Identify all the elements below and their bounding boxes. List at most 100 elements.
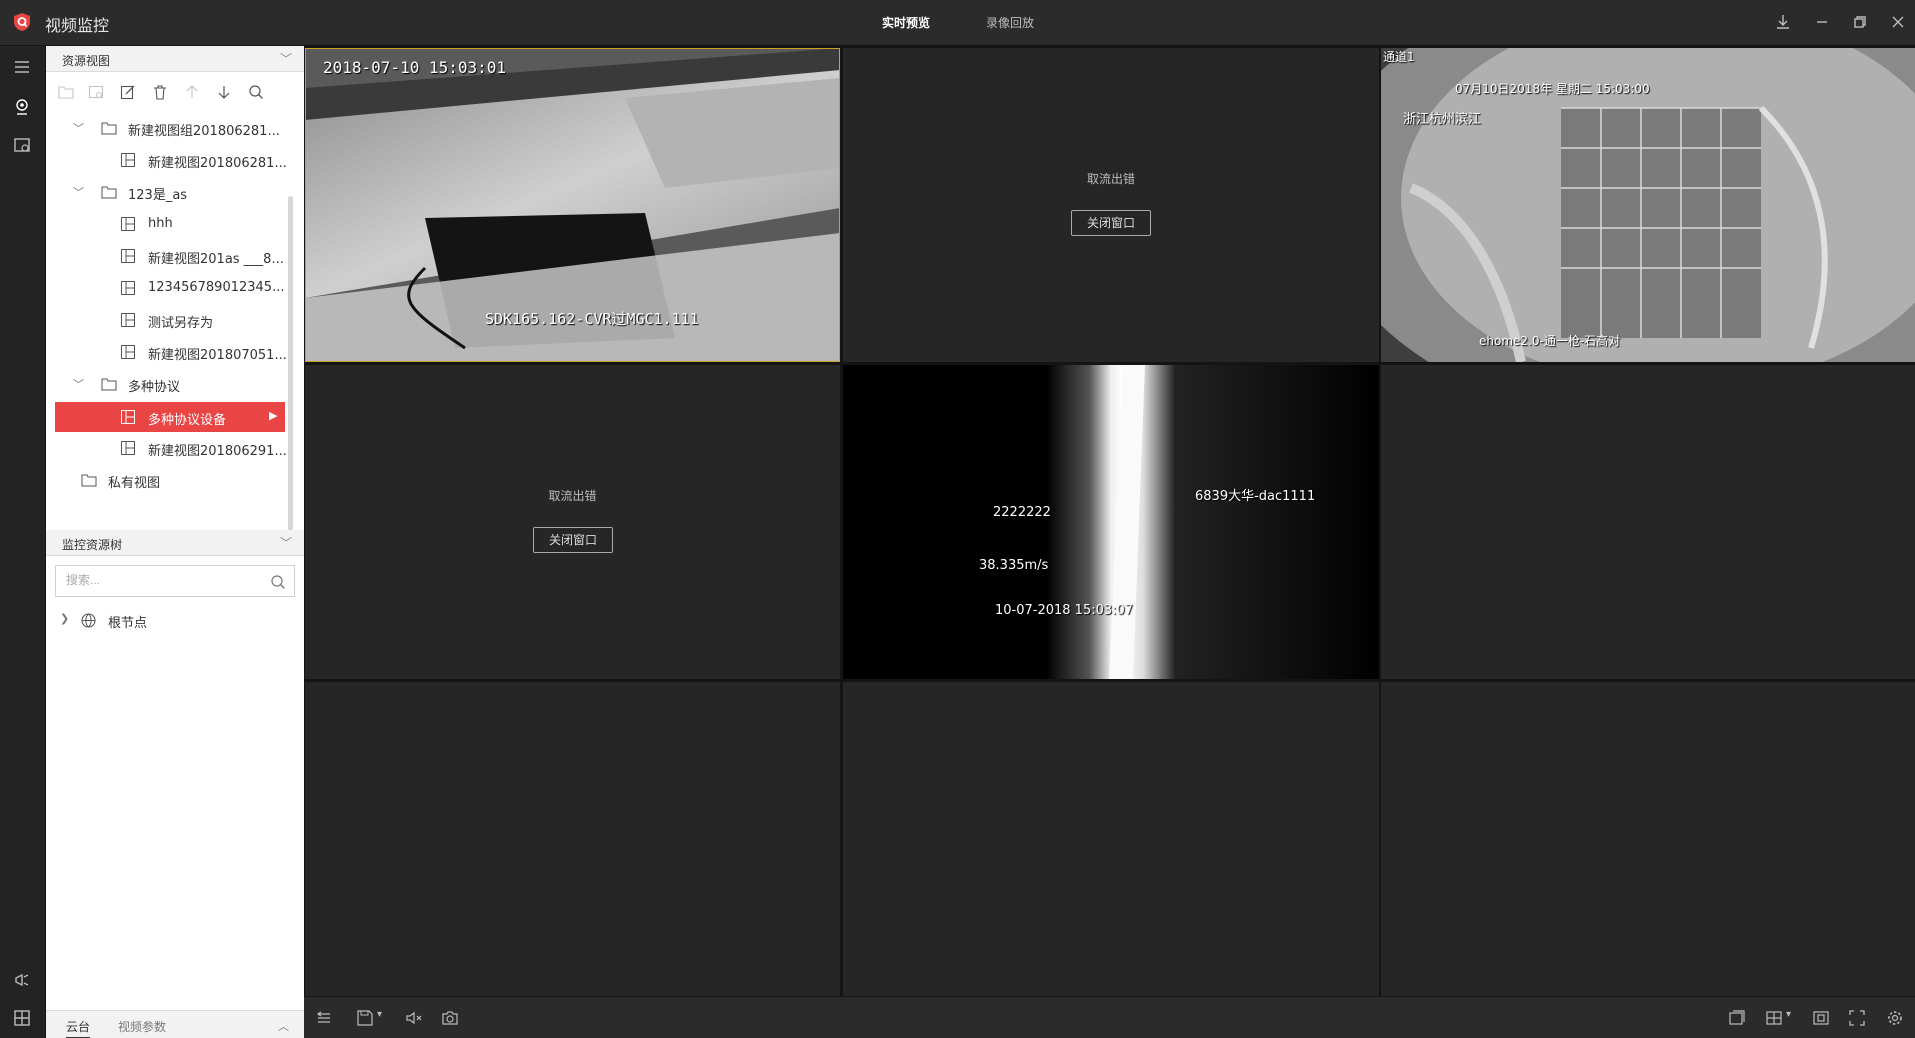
app-title: 视频监控 [45,16,110,35]
add-view-icon[interactable] [88,84,104,100]
tree-view-item[interactable]: hhh [46,208,286,240]
view-icon [121,313,135,327]
tree-view-item[interactable]: 新建视图201806281... [46,144,287,176]
playback-icon[interactable] [11,134,33,156]
tree-label: 新建视图201as ___8... [148,252,284,267]
tree-group-2[interactable]: ﹀ 123是_as [46,176,286,208]
menu-icon[interactable] [11,56,33,78]
video-cell-8[interactable] [843,682,1379,996]
search-icon[interactable] [270,574,286,590]
tree-root-node[interactable]: ❯ 根节点 [46,604,286,636]
view-icon [121,441,135,455]
tab-live-view[interactable]: 实时预览 [882,14,930,31]
view-icon [121,410,135,424]
window-mode-icon[interactable] [1728,1009,1746,1027]
video-cell-6[interactable] [1381,365,1915,679]
chevron-up-icon[interactable]: ︿ [278,1018,289,1034]
chevron-down-icon[interactable]: ﹀ [73,184,84,200]
tab-playback[interactable]: 录像回放 [986,14,1034,31]
edit-icon[interactable] [120,84,136,100]
video-cell-3[interactable]: 通道1 07月10日2018年 星期二 15:03:00 浙江杭州滨江 ehom… [1381,48,1915,362]
osd-timestamp: 10-07-2018 15:03:07 [995,603,1134,618]
settings-icon[interactable] [1886,1009,1904,1027]
tree-label: 多种协议 [128,380,181,395]
video-cell-1[interactable]: 2018-07-10 15:03:01 SDK165.162-CVR过MGC1.… [305,48,840,362]
tree-view-item-selected[interactable]: 多种协议设备 ▶ [55,402,285,432]
folder-icon [101,378,117,391]
tree-scrollbar[interactable] [288,196,293,531]
tree-view-item[interactable]: 新建视图201806291... [46,432,287,464]
tree-view-item[interactable]: 测试另存为 [46,304,286,336]
tree-view-item[interactable]: 123456789012345... [46,272,286,304]
minimize-icon[interactable] [1810,10,1834,34]
osd-location: 浙江杭州滨江 [1403,112,1482,127]
live-view-icon[interactable] [11,96,33,118]
monitor-tree-header[interactable]: 监控资源树 ﹀ [46,530,304,556]
close-window-button[interactable]: 关闭窗口 [533,527,613,553]
tab-ptz[interactable]: 云台 [66,1018,91,1038]
tree-label: hhh [148,216,173,231]
download-icon[interactable] [1771,10,1795,34]
osd-timestamp: 2018-07-10 15:03:01 [323,58,507,77]
video-cell-5[interactable]: 6839大华-dac1111 2222222 38.335m/s 10-07-2… [843,365,1379,679]
video-cell-7[interactable] [305,682,840,996]
view-icon [121,217,135,231]
close-icon[interactable] [1886,10,1910,34]
app-window: 视频监控 实时预览 录像回放 资源视图 ﹀ ﹀ 新建视图组201806281..… [0,0,1915,1038]
stream-error-text: 取流出错 [548,489,597,503]
snapshot-icon[interactable] [441,1009,459,1027]
tree-label: 新建视图201806281... [148,156,287,171]
tree-view-item[interactable]: 新建视图201as ___8... [46,240,286,272]
fit-icon[interactable] [1812,1009,1830,1027]
chevron-down-icon[interactable]: ▾ [1786,1009,1791,1020]
close-window-button[interactable]: 关闭窗口 [1071,210,1151,236]
view-icon [121,153,135,167]
stream-error-text: 取流出错 [1086,172,1135,186]
tree-group-1[interactable]: ﹀ 新建视图组201806281... [46,112,286,144]
resource-toolbar [46,76,304,108]
video-cell-2[interactable]: 取流出错 关闭窗口 [843,48,1379,362]
tree-label: 123456789012345... [148,280,285,295]
chevron-down-icon[interactable]: ﹀ [280,50,292,67]
chevron-down-icon[interactable]: ﹀ [73,120,84,136]
tab-video-params[interactable]: 视频参数 [118,1018,166,1035]
tree-private-views[interactable]: 私有视图 [46,464,286,496]
left-rail [0,46,46,1038]
chevron-down-icon[interactable]: ▾ [377,1009,382,1020]
video-cell-9[interactable] [1381,682,1915,996]
tree-label: 根节点 [108,616,148,631]
view-icon [121,281,135,295]
osd-channel: 通道1 [1383,50,1415,64]
fullscreen-icon[interactable] [1848,1009,1866,1027]
osd-device-name: ehome2.0-通一枪-石高对 [1479,334,1621,348]
mute-icon[interactable] [405,1009,423,1027]
move-down-icon[interactable] [216,84,232,100]
grid-icon[interactable] [11,1007,33,1029]
delete-icon[interactable] [152,84,168,100]
search-icon[interactable] [248,84,264,100]
chevron-right-icon[interactable]: ❯ [60,612,69,625]
tree-view-item[interactable]: 新建视图201807051... [46,336,287,368]
search-field[interactable] [55,565,295,597]
resource-view-header[interactable]: 资源视图 ﹀ [46,46,304,72]
resource-view-title: 资源视图 [62,54,111,68]
add-group-icon[interactable] [58,84,74,100]
save-icon[interactable] [356,1009,374,1027]
chevron-down-icon[interactable]: ﹀ [73,376,84,392]
play-icon[interactable]: ▶ [269,409,277,422]
tree-group-3[interactable]: ﹀ 多种协议 [46,368,286,400]
restore-icon[interactable] [1848,10,1872,34]
osd-text: 2222222 [993,505,1051,520]
video-cell-4[interactable]: 取流出错 关闭窗口 [305,365,840,679]
stop-all-icon[interactable] [315,1009,333,1027]
camera-feed-image [843,365,1379,679]
osd-timestamp: 07月10日2018年 星期二 15:03:00 [1455,82,1650,96]
layout-icon[interactable] [1765,1009,1783,1027]
chevron-down-icon[interactable]: ﹀ [280,534,292,551]
tree-label: 多种协议设备 [148,413,227,428]
move-up-icon[interactable] [184,84,200,100]
search-input[interactable] [66,573,266,587]
broadcast-icon[interactable] [11,969,33,991]
osd-device-name: 6839大华-dac1111 [1195,489,1316,504]
view-icon [121,345,135,359]
